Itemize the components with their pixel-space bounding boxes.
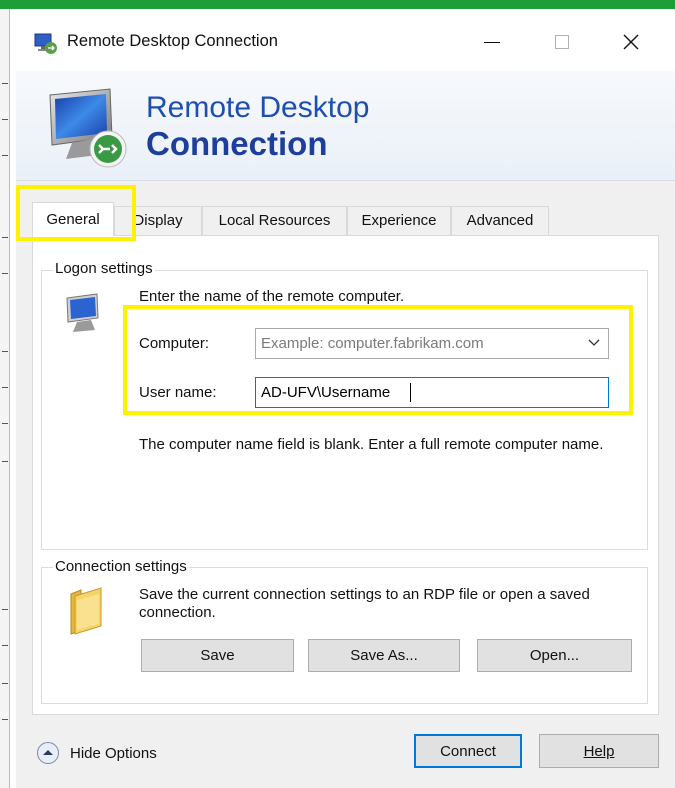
tab-display[interactable]: Display — [114, 206, 202, 235]
logon-settings-group — [41, 270, 648, 550]
logon-settings-label: Logon settings — [53, 260, 155, 277]
computer-monitor-icon — [66, 293, 99, 332]
maximize-button[interactable] — [538, 23, 586, 61]
background-dot — [2, 119, 8, 120]
computer-field-warning: The computer name field is blank. Enter … — [139, 436, 604, 453]
computer-combobox[interactable]: Example: computer.fabrikam.com — [255, 328, 609, 359]
maximize-icon — [555, 35, 569, 49]
header-banner: Remote Desktop Connection — [16, 71, 675, 181]
background-dot — [2, 461, 8, 462]
connect-button[interactable]: Connect — [414, 734, 522, 768]
logon-instruction: Enter the name of the remote computer. — [139, 288, 405, 305]
title-bar[interactable]: Remote Desktop Connection — [16, 9, 675, 71]
computer-label: Computer: — [139, 335, 210, 352]
tab-general[interactable]: General — [32, 202, 114, 236]
username-label: User name: — [139, 384, 217, 401]
text-caret — [410, 383, 411, 402]
background-dot — [2, 237, 8, 238]
background-dot — [2, 645, 8, 646]
background-dot — [2, 351, 8, 352]
background-dot — [2, 83, 8, 84]
background-dot — [2, 423, 8, 424]
rdp-dialog: Remote Desktop Connection Remote Desktop… — [10, 9, 675, 788]
remote-desktop-icon — [34, 33, 57, 54]
background-dot — [2, 155, 8, 156]
background-dot — [2, 273, 8, 274]
background-dot — [2, 683, 8, 684]
open-button[interactable]: Open... — [477, 639, 632, 672]
banner-title-line1: Remote Desktop — [146, 91, 370, 124]
background-dot — [2, 609, 8, 610]
connection-settings-label: Connection settings — [53, 558, 189, 575]
chevron-down-icon[interactable] — [588, 339, 600, 347]
minimize-icon — [484, 41, 500, 43]
tab-advanced[interactable]: Advanced — [451, 206, 549, 235]
close-button[interactable] — [607, 23, 655, 61]
folder-icon — [70, 587, 102, 635]
connection-description: Save the current connection settings to … — [139, 586, 590, 621]
tab-experience[interactable]: Experience — [347, 206, 451, 235]
chevron-up-circle-icon[interactable] — [36, 741, 60, 765]
tab-local-resources[interactable]: Local Resources — [202, 206, 347, 235]
hide-options-toggle[interactable]: Hide Options — [36, 741, 157, 765]
computer-placeholder: Example: computer.fabrikam.com — [261, 335, 484, 352]
window-title: Remote Desktop Connection — [67, 32, 278, 50]
save-button[interactable]: Save — [141, 639, 294, 672]
save-as-button[interactable]: Save As... — [308, 639, 460, 672]
username-field[interactable] — [255, 377, 609, 408]
background-window-edge — [0, 9, 10, 788]
general-tab-panel: Logon settings Enter the name of the rem… — [32, 235, 659, 715]
desktop-top-bar — [0, 0, 675, 9]
close-icon — [623, 34, 639, 50]
background-dot — [2, 387, 8, 388]
background-dot — [2, 719, 8, 720]
hide-options-label: Hide Options — [70, 744, 157, 762]
help-button[interactable]: Help — [539, 734, 659, 768]
banner-title-line2: Connection — [146, 125, 328, 162]
minimize-button[interactable] — [468, 23, 516, 61]
remote-desktop-monitor-icon — [49, 88, 127, 168]
